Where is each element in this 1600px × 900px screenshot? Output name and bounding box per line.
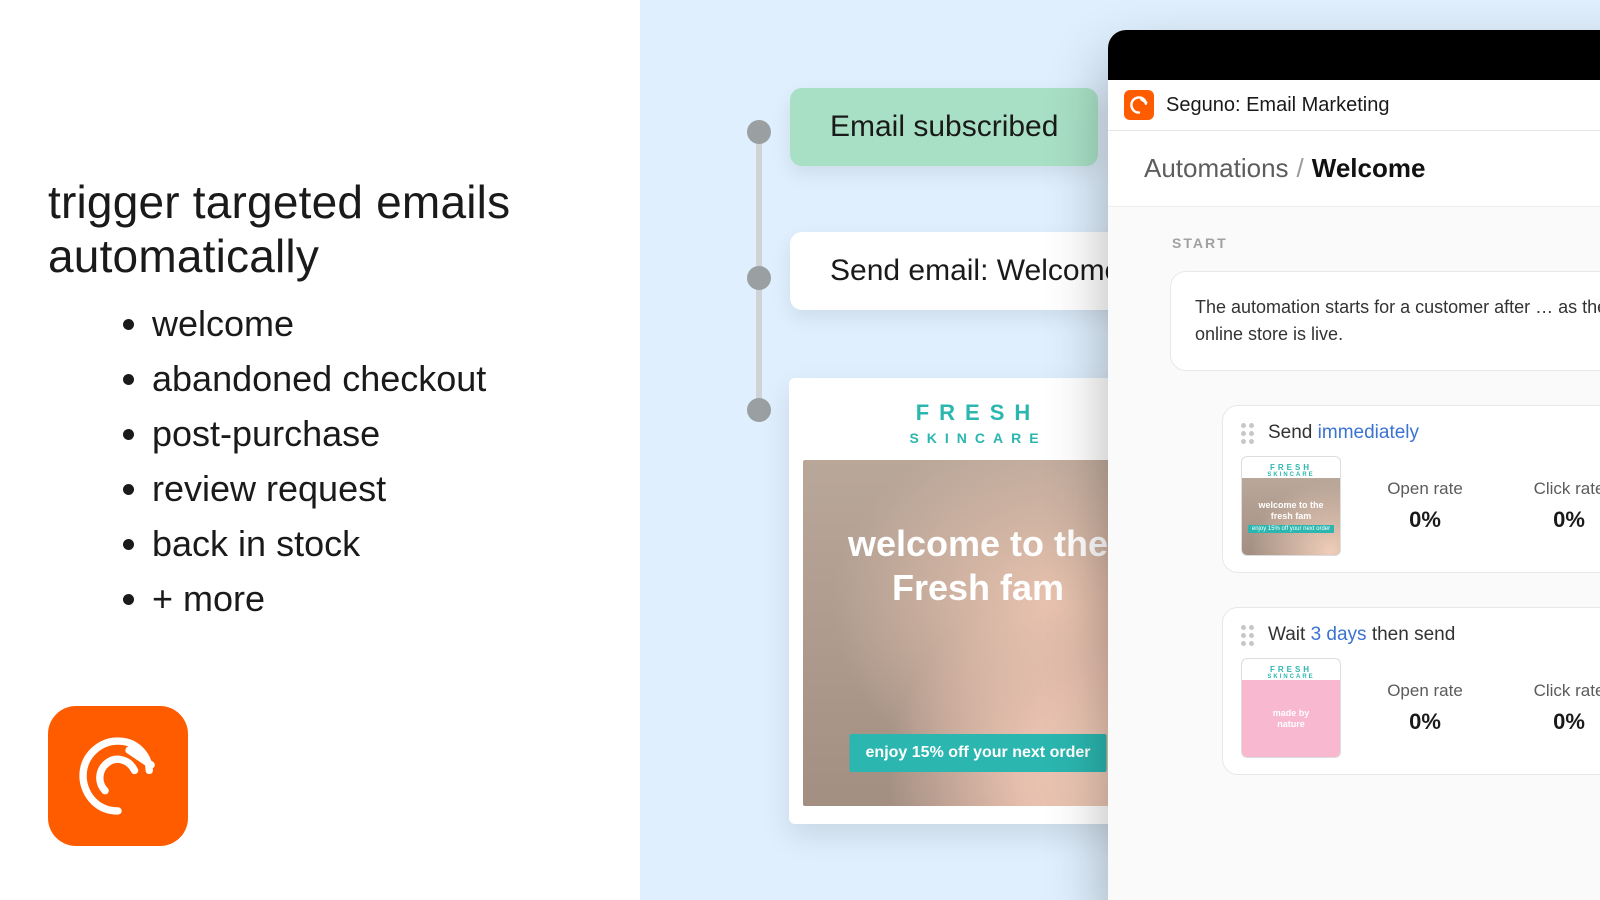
step-timing-link[interactable]: immediately	[1318, 422, 1419, 443]
drag-handle-icon[interactable]	[1241, 625, 1254, 646]
flow-dot	[747, 120, 771, 144]
seguno-logo-icon	[48, 706, 188, 846]
headline-line-1: trigger targeted emails	[48, 176, 510, 228]
flow-node-send-email[interactable]: Send email: Welcome	[790, 232, 1161, 310]
metric-label: Open rate	[1387, 479, 1463, 499]
thumb-offer-pill: enjoy 15% off your next order	[1248, 525, 1334, 533]
email-thumbnail[interactable]: FRESH SKINCARE made by nature	[1241, 658, 1341, 758]
breadcrumb-separator: /	[1297, 153, 1304, 184]
email-thumbnail[interactable]: FRESH SKINCARE welcome to the fresh fam …	[1241, 456, 1341, 556]
email-hero-image: welcome to the Fresh fam enjoy 15% off y…	[803, 460, 1153, 806]
thumb-brand: FRESH	[1270, 665, 1312, 674]
start-label: START	[1172, 235, 1600, 251]
open-rate-metric: Open rate 0%	[1365, 681, 1485, 735]
thumb-hero-line: made by	[1273, 708, 1310, 718]
metric-value: 0%	[1553, 507, 1585, 533]
list-item: + more	[152, 575, 486, 624]
app-logo-icon	[1124, 90, 1154, 120]
step-timing-prefix: Send	[1268, 422, 1318, 443]
thumb-hero-line: welcome to the	[1258, 500, 1323, 510]
metric-value: 0%	[1409, 507, 1441, 533]
flow-dot	[747, 398, 771, 422]
hero-line-1: welcome to the	[848, 523, 1108, 564]
flow-dot	[747, 266, 771, 290]
thumb-brand: FRESH	[1270, 463, 1312, 472]
marketing-copy-panel: trigger targeted emails automatically we…	[0, 0, 640, 900]
email-hero-headline: welcome to the Fresh fam	[803, 522, 1153, 610]
breadcrumb-parent[interactable]: Automations	[1144, 153, 1289, 184]
step-timing-link[interactable]: 3 days	[1311, 624, 1367, 645]
click-rate-metric: Click rate 0%	[1509, 479, 1600, 533]
step-timing-prefix: Wait	[1268, 624, 1311, 645]
automation-canvas: START The automation starts for a custom…	[1108, 207, 1600, 900]
list-item: review request	[152, 465, 486, 514]
headline: trigger targeted emails automatically	[48, 175, 510, 284]
open-rate-metric: Open rate 0%	[1365, 479, 1485, 533]
illustration-panel: Email subscribed Send email: Welcome FRE…	[640, 0, 1600, 900]
email-offer-pill: enjoy 15% off your next order	[850, 734, 1107, 772]
app-title: Seguno: Email Marketing	[1166, 94, 1389, 117]
email-brand-sub: SKINCARE	[803, 430, 1153, 446]
step-timing-suffix: then send	[1367, 624, 1456, 645]
step-timing: Wait 3 days then send	[1268, 624, 1455, 646]
start-card[interactable]: The automation starts for a customer aft…	[1170, 271, 1600, 371]
list-item: welcome	[152, 300, 486, 349]
flow-node-trigger[interactable]: Email subscribed	[790, 88, 1098, 166]
thumb-hero-line: fresh fam	[1271, 511, 1312, 521]
metric-label: Open rate	[1387, 681, 1463, 701]
click-rate-metric: Click rate 0%	[1509, 681, 1600, 735]
automation-step-card[interactable]: Send immediately FRESH SKINCARE welcome …	[1222, 405, 1600, 573]
drag-handle-icon[interactable]	[1241, 423, 1254, 444]
app-window-chrome	[1108, 30, 1600, 80]
app-header: Seguno: Email Marketing	[1108, 80, 1600, 131]
email-brand: FRESH	[803, 400, 1153, 426]
breadcrumb: Automations / Welcome	[1108, 131, 1600, 207]
list-item: back in stock	[152, 520, 486, 569]
step-timing: Send immediately	[1268, 422, 1419, 444]
list-item: post-purchase	[152, 410, 486, 459]
metric-value: 0%	[1553, 709, 1585, 735]
headline-line-2: automatically	[48, 230, 319, 282]
feature-bullets: welcome abandoned checkout post-purchase…	[112, 300, 486, 630]
automation-step-card[interactable]: Wait 3 days then send FRESH SKINCARE mad…	[1222, 607, 1600, 775]
list-item: abandoned checkout	[152, 355, 486, 404]
metric-label: Click rate	[1534, 479, 1600, 499]
metric-label: Click rate	[1534, 681, 1600, 701]
breadcrumb-current: Welcome	[1312, 153, 1426, 184]
metric-value: 0%	[1409, 709, 1441, 735]
thumb-hero-line: nature	[1277, 719, 1305, 729]
hero-line-2: Fresh fam	[892, 567, 1064, 608]
app-window: Seguno: Email Marketing Automations / We…	[1108, 30, 1600, 900]
